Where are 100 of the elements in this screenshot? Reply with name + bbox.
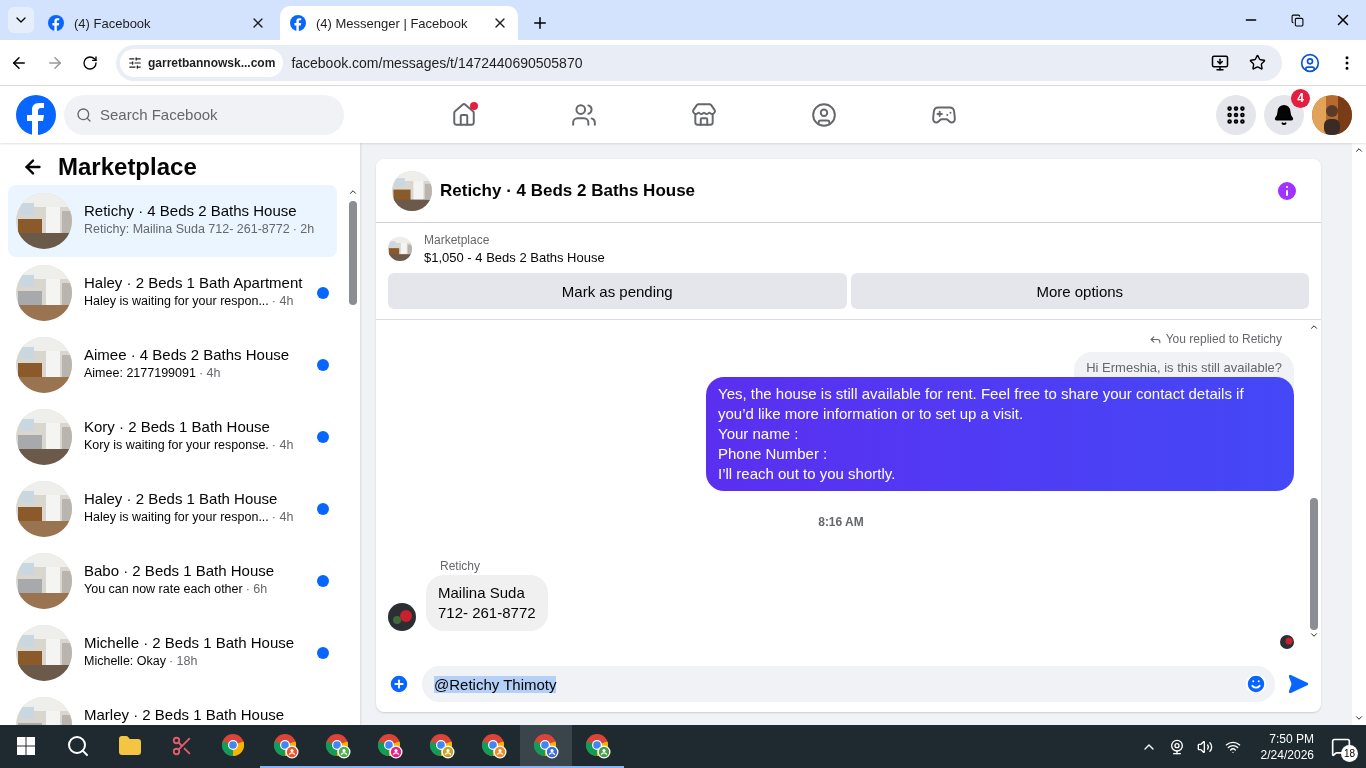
- message-preview: Kory is waiting for your response.: [84, 438, 269, 452]
- unread-dot: [317, 647, 329, 659]
- message-field[interactable]: @Retichy Thimoty: [422, 666, 1275, 702]
- message-preview: Haley is waiting for your respon...: [84, 510, 269, 524]
- browser-profile-icon[interactable]: [325, 732, 351, 759]
- sliders-icon: [128, 55, 142, 70]
- scroll-up-icon: [1308, 322, 1319, 332]
- conversation-item[interactable]: Michelle · 2 Beds 1 Bath House Michelle: Okay · 18h: [8, 617, 337, 689]
- message-time: · 4h: [271, 510, 294, 524]
- unread-dot: [317, 575, 329, 587]
- clock[interactable]: 7:50 PM 2/24/2026: [1260, 731, 1314, 762]
- browser-tab[interactable]: (4) Facebook: [38, 6, 276, 40]
- message-time: · 4h: [271, 438, 294, 452]
- search-placeholder: Search Facebook: [100, 106, 218, 123]
- listing-label: Marketplace: [424, 233, 491, 247]
- conversation-name: Aimee · 4 Beds 2 Baths House: [84, 346, 291, 363]
- send-icon[interactable]: [1287, 673, 1309, 695]
- message-time: · 18h: [169, 654, 198, 668]
- message-time: · 4h: [271, 294, 294, 308]
- scroll-down-icon: [1354, 713, 1364, 723]
- notification-center-button[interactable]: 18: [1326, 731, 1356, 762]
- new-tab-icon[interactable]: [531, 14, 549, 32]
- conversation-name: Michelle · 2 Beds 1 Bath House: [84, 634, 296, 651]
- conversation-item[interactable]: Haley · 2 Beds 1 Bath House Haley is waiting for your respon... · 4h: [8, 473, 337, 545]
- conversation-item[interactable]: Kory · 2 Beds 1 Bath House Kory is waiting for your response. · 4h: [8, 401, 337, 473]
- conversation-name: Marley · 2 Beds 1 Bath House: [84, 706, 286, 723]
- reload-icon[interactable]: [82, 54, 98, 71]
- message-time: · 6h: [245, 582, 268, 596]
- conversation-item[interactable]: Haley · 2 Beds 1 Bath Apartment Haley is waiting for your respon... · 4h: [8, 257, 337, 329]
- emoji-icon[interactable]: [1245, 673, 1267, 695]
- unread-dot: [317, 503, 329, 515]
- message-preview: Retichy: Mailina Suda 712- 261-8772: [84, 222, 290, 236]
- sidebar-title: Marketplace: [58, 153, 197, 181]
- chat-title: Retichy · 4 Beds 2 Baths House: [440, 180, 697, 201]
- action-button[interactable]: Mark as pending: [388, 273, 847, 309]
- reply-note: You replied to Retichy: [1165, 332, 1282, 346]
- conversation-name: Haley · 2 Beds 1 Bath Apartment: [84, 274, 304, 291]
- people-icon[interactable]: [571, 101, 597, 128]
- unread-dot: [317, 431, 329, 443]
- add-icon[interactable]: [388, 673, 410, 695]
- message-timestamp: 8:16 AM: [818, 515, 864, 529]
- url-text: facebook.com/messages/t/1472440690505870: [291, 54, 584, 71]
- facebook-logo: [48, 15, 64, 31]
- scroll-down-icon: [1308, 630, 1319, 640]
- home-icon[interactable]: [451, 101, 477, 128]
- conversation-name: Kory · 2 Beds 1 Bath House: [84, 418, 271, 435]
- account-avatar[interactable]: [1312, 94, 1352, 135]
- tab-search-button[interactable]: [8, 7, 34, 33]
- restore-icon[interactable]: [1290, 13, 1304, 27]
- bookmark-star-icon[interactable]: [1249, 54, 1266, 71]
- conversation-name: Retichy · 4 Beds 2 Baths House: [84, 202, 298, 219]
- received-message: Mailina Suda 712- 261-8772: [426, 575, 548, 631]
- grid-icon: [1225, 103, 1247, 126]
- conversation-name: Babo · 2 Beds 1 Bath House: [84, 562, 276, 579]
- unread-dot: [317, 359, 329, 371]
- message-preview: Haley is waiting for your respon...: [84, 294, 269, 308]
- site-info-chip[interactable]: garretbannowsk...com: [120, 48, 284, 77]
- sender-name: Retichy: [440, 559, 481, 573]
- sender-avatar: [388, 603, 416, 631]
- scissors-icon[interactable]: [171, 734, 193, 757]
- scroll-up-icon: [1354, 145, 1364, 155]
- listing-title: $1,050 - 4 Beds 2 Baths House: [424, 250, 605, 265]
- browser-profile-icon[interactable]: [481, 732, 507, 759]
- browser-icon[interactable]: [221, 732, 247, 759]
- message-preview: Aimee: 2177199091: [84, 366, 196, 380]
- conversation-item[interactable]: Retichy · 4 Beds 2 Baths House Retichy: Mailina Suda 712- 261-8772 · 2h: [8, 185, 337, 257]
- facebook-logo: [16, 94, 56, 135]
- search-field[interactable]: Search Facebook: [64, 94, 344, 135]
- notification-badge: 4: [1291, 88, 1310, 108]
- profile-icon[interactable]: [1300, 52, 1320, 73]
- address-bar[interactable]: garretbannowsk...com facebook.com/messages/t/1472440690505870: [116, 44, 1282, 81]
- message-preview: You can now rate each other: [84, 582, 243, 596]
- browser-profile-icon[interactable]: [533, 732, 559, 759]
- install-icon[interactable]: [1211, 53, 1229, 72]
- search-icon: [76, 106, 92, 123]
- volume-icon[interactable]: [1196, 738, 1213, 755]
- notification-count: 18: [1341, 744, 1358, 762]
- menu-button[interactable]: [1216, 94, 1256, 135]
- seen-avatar: [1280, 635, 1294, 649]
- site-name: garretbannowsk...com: [148, 55, 276, 70]
- bell-icon: [1273, 103, 1295, 126]
- search-icon[interactable]: [66, 733, 90, 758]
- browser-profile-icon[interactable]: [429, 732, 455, 759]
- unread-dot: [317, 287, 329, 299]
- browser-profile-icon[interactable]: [273, 732, 299, 759]
- message-time: · 4h: [198, 366, 221, 380]
- scroll-up-icon: [347, 187, 358, 197]
- sent-message: Yes, the house is still available for rent. Feel free to share your contact details if you’d like more information or to set up a visit. Your name : Phone Number : I’ll reach out to you shortly.: [706, 377, 1294, 491]
- browser-profile-icon[interactable]: [377, 732, 403, 759]
- group-icon[interactable]: [811, 101, 837, 128]
- camera-icon[interactable]: [1168, 738, 1185, 755]
- notifications-button[interactable]: [1264, 94, 1304, 135]
- browser-tab[interactable]: (4) Messenger | Facebook: [280, 6, 518, 40]
- store-icon[interactable]: [691, 101, 717, 128]
- folder-icon[interactable]: [118, 733, 142, 758]
- action-button[interactable]: More options: [850, 273, 1309, 309]
- browser-profile-icon[interactable]: [585, 732, 611, 759]
- conversation-item[interactable]: Babo · 2 Beds 1 Bath House You can now rate each other · 6h: [8, 545, 337, 617]
- facebook-logo: [290, 15, 306, 31]
- conversation-item[interactable]: Aimee · 4 Beds 2 Baths House Aimee: 2177199091 · 4h: [8, 329, 337, 401]
